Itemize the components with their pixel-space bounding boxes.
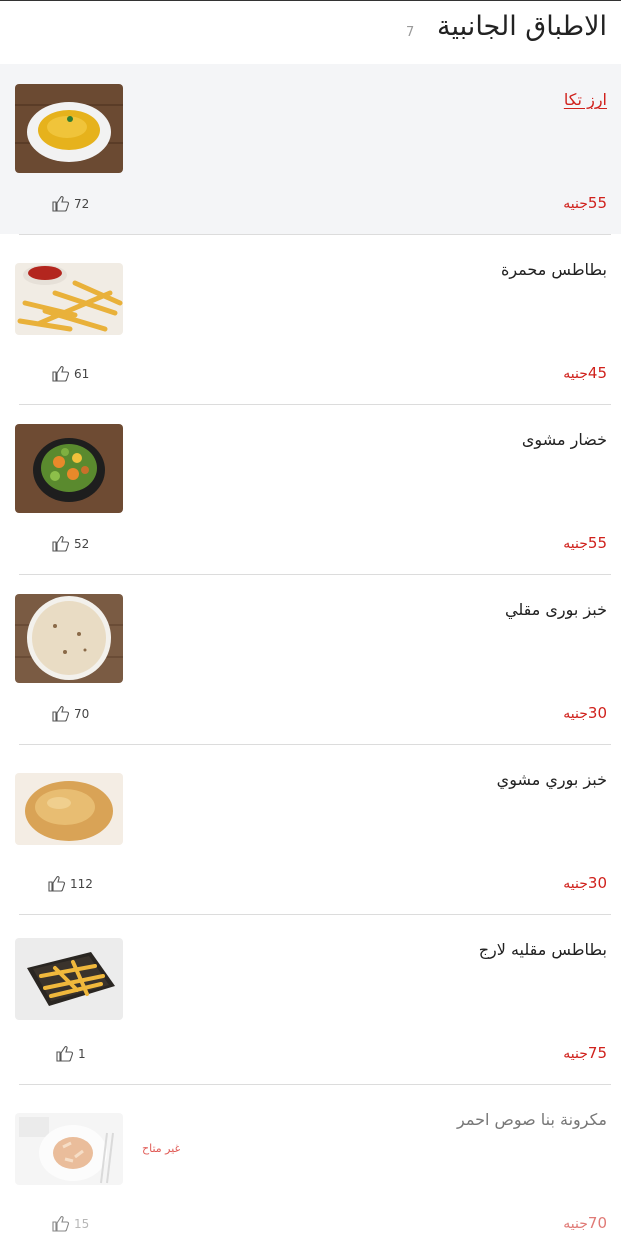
item-name[interactable]: ارز تكا bbox=[564, 90, 607, 109]
unavailable-badge: غير متاح bbox=[142, 1142, 181, 1155]
item-name[interactable]: خضار مشوى bbox=[522, 430, 607, 449]
thumbs-up-icon bbox=[56, 1046, 74, 1062]
section-header: الاطباق الجانبية 7 bbox=[0, 1, 621, 64]
item-price: 55جنيه bbox=[563, 194, 607, 212]
item-price: 45جنيه bbox=[563, 364, 607, 382]
thumbs-up-icon bbox=[52, 536, 70, 552]
item-price: 30جنيه bbox=[563, 874, 607, 892]
fries-tray-icon[interactable] bbox=[15, 938, 123, 1020]
like-count[interactable]: 72 bbox=[52, 195, 89, 212]
penne-pasta-bowl-icon[interactable] bbox=[15, 1113, 123, 1185]
like-count[interactable]: 70 bbox=[52, 705, 89, 722]
menu-item-large-fries[interactable]: بطاطس مقليه لارج 75جنيه 1 bbox=[0, 914, 621, 1084]
grilled-vegetables-bowl-icon[interactable] bbox=[15, 424, 123, 513]
like-count[interactable]: 112 bbox=[48, 875, 93, 892]
like-count[interactable]: 1 bbox=[56, 1045, 86, 1062]
item-price: 75جنيه bbox=[563, 1044, 607, 1062]
item-name[interactable]: بطاطس محمرة bbox=[501, 260, 607, 279]
item-price: 30جنيه bbox=[563, 704, 607, 722]
menu-item-grilled-puri-bread[interactable]: خبز بوري مشوي 30جنيه 112 bbox=[0, 744, 621, 914]
menu-item-french-fries[interactable]: بطاطس محمرة 45جنيه 61 bbox=[0, 234, 621, 404]
item-name[interactable]: بطاطس مقليه لارج bbox=[479, 940, 607, 959]
thumbs-up-icon bbox=[48, 876, 66, 892]
thumbs-up-icon bbox=[52, 706, 70, 722]
item-name[interactable]: مكرونة بنا صوص احمر bbox=[457, 1110, 607, 1129]
menu-item-rice-tikka[interactable]: ارز تكا 55جنيه 72 bbox=[0, 64, 621, 234]
like-count[interactable]: 52 bbox=[52, 535, 89, 552]
item-name[interactable]: خبز بورى مقلي bbox=[505, 600, 607, 619]
item-name[interactable]: خبز بوري مشوي bbox=[497, 770, 607, 789]
menu-item-fried-puri-bread[interactable]: خبز بورى مقلي 30جنيه 70 bbox=[0, 574, 621, 744]
menu-item-grilled-vegetables[interactable]: خضار مشوى 55جنيه 52 bbox=[0, 404, 621, 574]
like-count[interactable]: 61 bbox=[52, 365, 89, 382]
thumbs-up-icon bbox=[52, 1216, 70, 1232]
thumbs-up-icon bbox=[52, 196, 70, 212]
section-item-count: 7 bbox=[406, 25, 415, 40]
fried-flatbread-icon[interactable] bbox=[15, 594, 123, 683]
thumbs-up-icon bbox=[52, 366, 70, 382]
like-count[interactable]: 15 bbox=[52, 1215, 89, 1232]
menu-item-penne-red-sauce[interactable]: مكرونة بنا صوص احمر 70جنيه غير متاح 15 bbox=[0, 1084, 621, 1254]
item-price: 70جنيه bbox=[563, 1214, 607, 1232]
item-price: 55جنيه bbox=[563, 534, 607, 552]
section-title: الاطباق الجانبية bbox=[437, 11, 607, 42]
french-fries-ketchup-icon[interactable] bbox=[15, 263, 123, 335]
yellow-rice-plate-icon[interactable] bbox=[15, 84, 123, 173]
puffed-bread-icon[interactable] bbox=[15, 773, 123, 845]
